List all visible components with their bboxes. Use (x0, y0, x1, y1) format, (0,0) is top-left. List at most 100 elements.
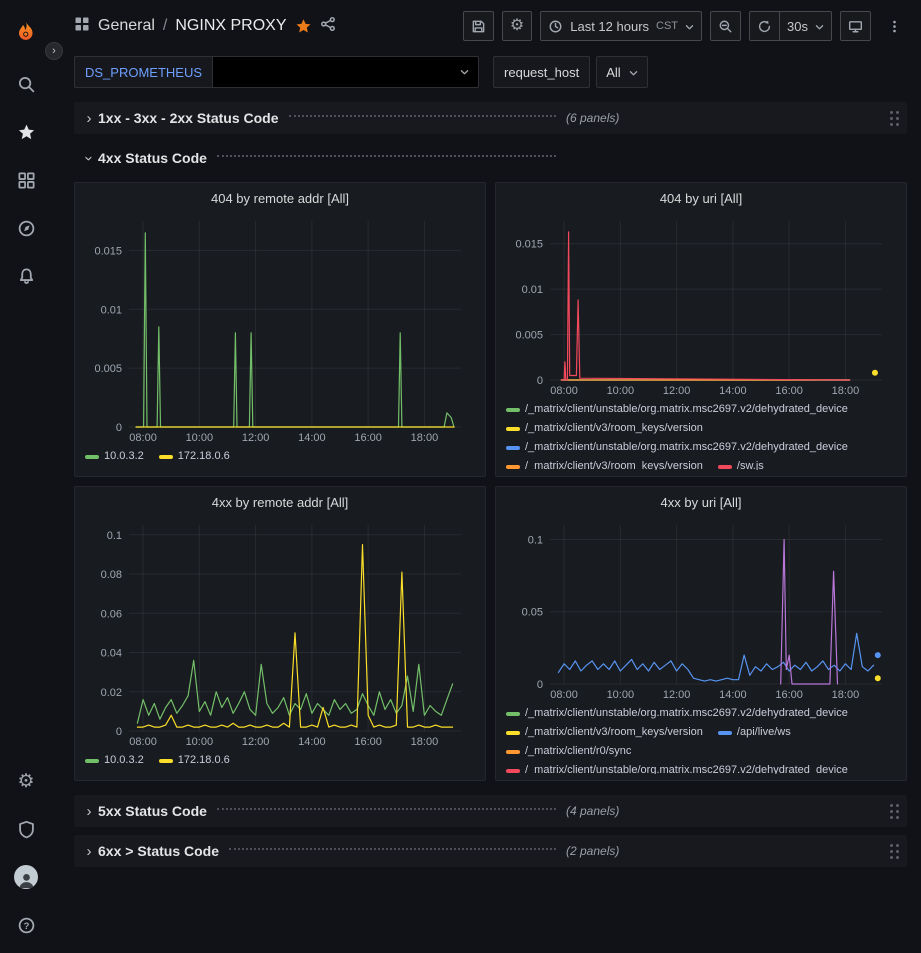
legend-item[interactable]: /_matrix/client/v3/room_keys/version (506, 457, 703, 470)
request-host-variable-label[interactable]: request_host (493, 56, 590, 88)
share-icon[interactable] (320, 16, 336, 37)
breadcrumb-section[interactable]: General (98, 17, 155, 35)
legend-item[interactable]: /_matrix/client/v3/room_keys/version (506, 419, 703, 438)
legend-label: /sw.js (737, 457, 764, 470)
legend-item[interactable]: /_matrix/client/unstable/org.matrix.msc2… (506, 704, 848, 723)
legend-label: 10.0.3.2 (104, 447, 144, 466)
datasource-variable: DS_PROMETHEUS (74, 56, 479, 88)
legend-item[interactable]: 172.18.0.6 (159, 447, 230, 466)
row-collapse-chevron-icon: › (80, 803, 98, 820)
request-host-value-text: All (606, 65, 620, 80)
datasource-variable-value[interactable] (213, 56, 479, 88)
grafana-logo[interactable] (12, 8, 40, 60)
svg-text:16:00: 16:00 (775, 385, 803, 397)
panel-title[interactable]: 4xx by remote addr [All] (85, 487, 475, 517)
svg-text:14:00: 14:00 (719, 689, 747, 701)
configuration-gear-icon[interactable]: ⚙ (0, 757, 52, 805)
svg-text:0.08: 0.08 (101, 569, 122, 581)
panel-title[interactable]: 404 by uri [All] (506, 183, 896, 213)
svg-text:12:00: 12:00 (242, 736, 270, 748)
dashboard-content: › 1xx - 3xx - 2xx Status Code (6 panels)… (52, 98, 921, 953)
legend-item[interactable]: /api/live/ws (718, 723, 791, 742)
legend-item[interactable]: /_matrix/client/v3/room_keys/version (506, 723, 703, 742)
legend-item[interactable]: /_matrix/client/r0/sync (506, 742, 631, 761)
row-1xx-3xx-2xx[interactable]: › 1xx - 3xx - 2xx Status Code (6 panels) (74, 102, 907, 134)
legend-item[interactable]: 172.18.0.6 (159, 751, 230, 770)
svg-text:0.1: 0.1 (528, 534, 543, 546)
refresh-group: 30s (749, 11, 832, 41)
header-toolbar: ⚙ Last 12 hours CST 30s (463, 11, 909, 41)
time-range-picker[interactable]: Last 12 hours CST (540, 11, 702, 41)
breadcrumb-separator: / (163, 17, 167, 35)
chart-4xx-by-uri[interactable]: 00.050.108:0010:0012:0014:0016:0018:00 (506, 517, 896, 702)
tv-mode-button[interactable] (840, 11, 871, 41)
starred-icon[interactable] (0, 108, 52, 156)
svg-text:0: 0 (116, 726, 122, 738)
alerting-icon[interactable] (0, 252, 52, 300)
panel-title[interactable]: 4xx by uri [All] (506, 487, 896, 517)
request-host-variable-value[interactable]: All (596, 56, 648, 88)
row-5xx[interactable]: › 5xx Status Code (4 panels) (74, 795, 907, 827)
search-icon[interactable] (0, 60, 52, 108)
legend-swatch (718, 731, 732, 735)
sidebar-bottom: ⚙ ? (0, 757, 52, 949)
legend-label: /_matrix/client/v3/room_keys/version (525, 419, 703, 438)
legend-label: /_matrix/client/unstable/org.matrix.msc2… (525, 438, 848, 457)
legend: /_matrix/client/unstable/org.matrix.msc2… (506, 398, 896, 470)
row-title: 6xx > Status Code (98, 843, 219, 859)
legend: 10.0.3.2 172.18.0.6 (85, 445, 475, 470)
chart-404-by-uri[interactable]: 00.0050.010.01508:0010:0012:0014:0016:00… (506, 213, 896, 398)
legend-item[interactable]: /sw.js (718, 457, 764, 470)
refresh-interval-dropdown[interactable]: 30s (780, 11, 832, 41)
row-4xx[interactable]: › 4xx Status Code (74, 142, 907, 174)
refresh-button[interactable] (749, 11, 780, 41)
panel-title[interactable]: 404 by remote addr [All] (85, 183, 475, 213)
dashboard-settings-button[interactable]: ⚙ (502, 11, 532, 41)
zoom-out-time-button[interactable] (710, 11, 741, 41)
help-icon[interactable]: ? (0, 901, 52, 949)
row-drag-handle[interactable] (890, 111, 899, 126)
legend-item[interactable]: /_matrix/client/unstable/org.matrix.msc2… (506, 438, 848, 457)
legend: 10.0.3.2 172.18.0.6 (85, 749, 475, 774)
svg-text:18:00: 18:00 (832, 689, 860, 701)
chart-404-by-remote-addr[interactable]: 00.0050.010.01508:0010:0012:0014:0016:00… (85, 213, 475, 445)
dashboards-icon[interactable] (0, 156, 52, 204)
dashboard-title[interactable]: NGINX PROXY (175, 17, 286, 35)
row-drag-handle[interactable] (890, 804, 899, 819)
panel-4xx-by-remote-addr: 4xx by remote addr [All] 00.020.040.060.… (74, 486, 486, 781)
legend-label: /_matrix/client/unstable/org.matrix.msc2… (525, 400, 848, 419)
legend-label: /_matrix/client/unstable/org.matrix.msc2… (525, 704, 848, 723)
legend-item[interactable]: 10.0.3.2 (85, 751, 144, 770)
time-range-label: Last 12 hours (570, 19, 649, 34)
timezone-label: CST (656, 20, 678, 32)
panel-grid: 404 by remote addr [All] 00.0050.010.015… (74, 182, 907, 781)
row-panels-count: (2 panels) (566, 844, 619, 858)
datasource-variable-label[interactable]: DS_PROMETHEUS (74, 56, 213, 88)
server-admin-shield-icon[interactable] (0, 805, 52, 853)
row-drag-handle[interactable] (890, 844, 899, 859)
svg-text:0.01: 0.01 (101, 304, 122, 316)
svg-text:0.015: 0.015 (94, 245, 122, 257)
save-dashboard-button[interactable] (463, 11, 494, 41)
chart-4xx-by-remote-addr[interactable]: 00.020.040.060.080.108:0010:0012:0014:00… (85, 517, 475, 749)
refresh-interval-label: 30s (787, 19, 808, 34)
svg-text:0.1: 0.1 (107, 530, 122, 542)
apps-grid-icon (74, 16, 90, 37)
svg-text:14:00: 14:00 (298, 736, 326, 748)
legend-item[interactable]: /_matrix/client/unstable/org.matrix.msc2… (506, 761, 848, 774)
legend-swatch (506, 427, 520, 431)
explore-icon[interactable] (0, 204, 52, 252)
user-avatar[interactable] (0, 853, 52, 901)
svg-text:0.04: 0.04 (101, 648, 122, 660)
svg-text:08:00: 08:00 (550, 689, 578, 701)
sidebar-expand-button[interactable]: › (45, 42, 63, 60)
legend-item[interactable]: 10.0.3.2 (85, 447, 144, 466)
row-dotted-leader (217, 808, 556, 810)
row-6xx[interactable]: › 6xx > Status Code (2 panels) (74, 835, 907, 867)
favorite-star-icon[interactable] (295, 18, 312, 35)
legend-item[interactable]: /_matrix/client/unstable/org.matrix.msc2… (506, 400, 848, 419)
request-host-variable: request_host All (493, 56, 648, 88)
svg-text:0.005: 0.005 (515, 330, 543, 342)
kebab-menu-icon[interactable] (879, 11, 909, 41)
svg-text:0.06: 0.06 (101, 608, 122, 620)
